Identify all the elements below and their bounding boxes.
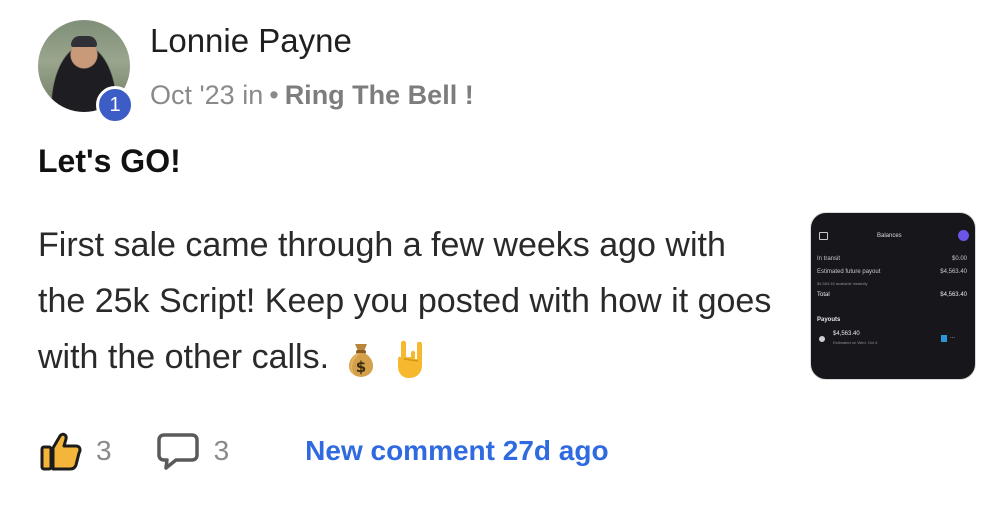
- thumb-payouts-label: Payouts: [817, 317, 841, 323]
- avatar-cap: [71, 36, 97, 47]
- like-button[interactable]: [40, 431, 82, 471]
- thumb-row-note: $4,563.40 available instantly: [817, 281, 868, 286]
- attachment-thumbnail[interactable]: Balances In transit $0.00 Estimated futu…: [810, 212, 976, 380]
- clock-icon: [819, 336, 825, 342]
- post-meta: Oct '23 in • Ring The Bell !: [150, 80, 474, 111]
- meta-separator: •: [269, 80, 279, 110]
- author-name[interactable]: Lonnie Payne: [150, 22, 352, 60]
- post-actions: 3 3 New comment 27d ago: [40, 426, 609, 476]
- post-body[interactable]: First sale came through a few weeks ago …: [38, 217, 778, 385]
- thumb-header-title: Balances: [877, 233, 902, 239]
- author-avatar-wrap[interactable]: 1: [38, 20, 134, 124]
- like-count: 3: [96, 435, 112, 466]
- thumb-payout-amount: $4,563.40: [833, 331, 860, 337]
- comment-icon: [156, 433, 199, 470]
- comment-button[interactable]: 3: [156, 431, 230, 471]
- bank-icon: [941, 335, 947, 342]
- thumb-payout-note: Estimated on Wed, Oct 4: [833, 340, 878, 345]
- new-comment-link[interactable]: New comment 27d ago: [305, 435, 608, 467]
- thumb-row-value: $0.00: [951, 256, 967, 262]
- thumb-row-label: Estimated future payout: [817, 269, 881, 275]
- group-link[interactable]: Ring The Bell !: [285, 80, 474, 110]
- post-title[interactable]: Let's GO!: [38, 143, 181, 180]
- thumb-row-value: $4,563.40: [940, 292, 967, 298]
- svg-text:$: $: [356, 358, 366, 376]
- comment-count: 3: [213, 435, 230, 466]
- level-badge: 1: [96, 86, 134, 124]
- wallet-icon: [819, 232, 828, 240]
- thumb-row-label: Total: [817, 292, 830, 298]
- sign-of-the-horns-icon: [394, 339, 428, 379]
- thumb-row-value: $4,563.40: [940, 269, 967, 275]
- thumbs-up-icon: [40, 432, 82, 471]
- in-word: in: [242, 80, 264, 110]
- post-date: Oct '23: [150, 80, 235, 110]
- money-bag-icon: $: [344, 340, 378, 378]
- thumb-payout-more: ...: [950, 334, 956, 340]
- swap-icon: [958, 230, 969, 241]
- thumb-row-label: In transit: [817, 256, 841, 262]
